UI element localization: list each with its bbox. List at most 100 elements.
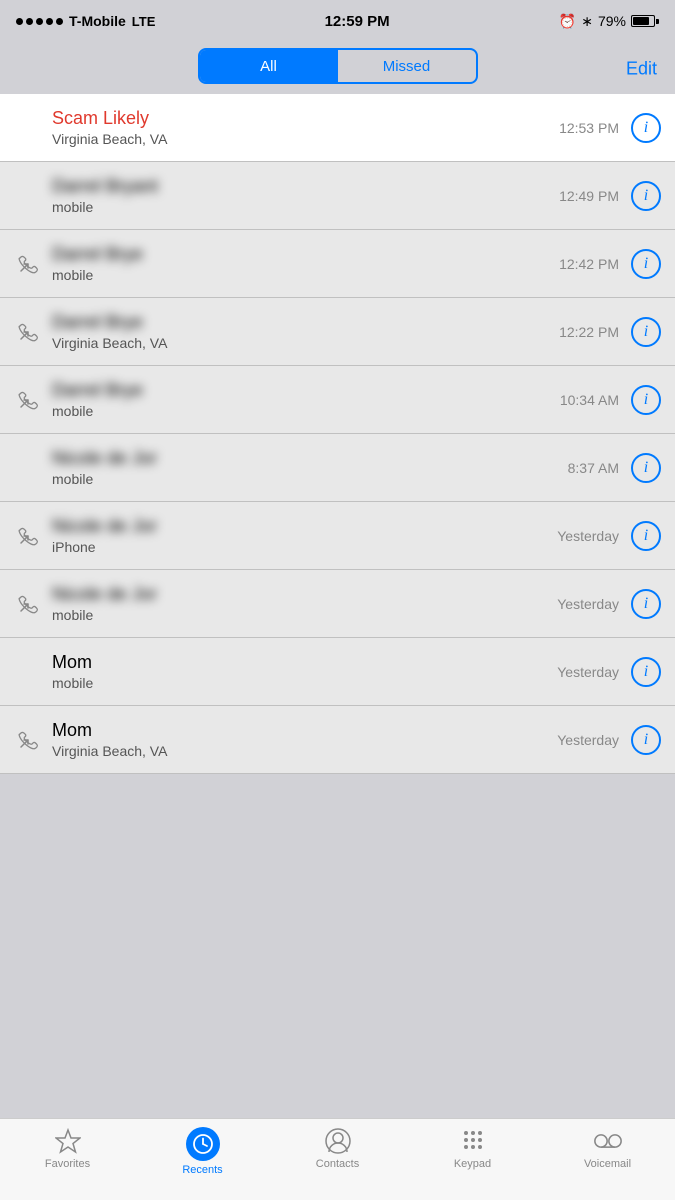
call-time-1: 12:53 PM: [559, 120, 619, 136]
favorites-label: Favorites: [45, 1158, 90, 1170]
tab-recents[interactable]: Recents: [163, 1127, 243, 1176]
call-sub-8: mobile: [52, 607, 557, 623]
call-sub-9: mobile: [52, 675, 557, 691]
call-info-8: Nicole de Jor mobile: [52, 574, 557, 633]
call-type-icon-4: [14, 321, 42, 343]
call-name-10: Mom: [52, 720, 557, 741]
call-row-10[interactable]: Mom Virginia Beach, VAYesterday i: [0, 706, 675, 774]
star-icon: [54, 1127, 82, 1155]
info-button-10[interactable]: i: [631, 725, 661, 755]
recents-label: Recents: [182, 1164, 222, 1176]
call-type-icon-8: [14, 593, 42, 615]
call-list: Scam LikelyVirginia Beach, VA12:53 PMiDa…: [0, 94, 675, 774]
contacts-label: Contacts: [316, 1158, 359, 1170]
call-sub-5: mobile: [52, 403, 560, 419]
call-type-icon-9: [14, 661, 42, 683]
tab-contacts[interactable]: Contacts: [298, 1127, 378, 1170]
info-button-7[interactable]: i: [631, 521, 661, 551]
call-sub-4: Virginia Beach, VA: [52, 335, 559, 351]
tab-favorites[interactable]: Favorites: [28, 1127, 108, 1170]
call-info-10: Mom Virginia Beach, VA: [52, 710, 557, 769]
call-time-5: 10:34 AM: [560, 392, 619, 408]
call-time-8: Yesterday: [557, 596, 619, 612]
alarm-icon: ⏰: [559, 13, 576, 30]
call-type-icon-3: [14, 253, 42, 275]
status-right: ⏰ ∗ 79%: [559, 13, 659, 30]
info-button-2[interactable]: i: [631, 181, 661, 211]
call-type-icon-10: [14, 729, 42, 751]
call-row-9[interactable]: MommobileYesterday i: [0, 638, 675, 706]
edit-button[interactable]: Edit: [626, 55, 657, 80]
call-type-icon-1: [14, 117, 42, 139]
network-label: LTE: [132, 14, 156, 29]
call-info-6: Nicole de Jor mobile: [52, 438, 568, 497]
call-name-1: Scam Likely: [52, 108, 559, 129]
call-type-icon-6: [14, 457, 42, 479]
call-info-9: Mommobile: [52, 642, 557, 701]
call-name-4: Darrel Brye: [52, 312, 559, 333]
tab-keypad[interactable]: Keypad: [433, 1127, 513, 1170]
battery-percent: 79%: [598, 13, 626, 29]
call-row-6[interactable]: Nicole de Jor mobile8:37 AM i: [0, 434, 675, 502]
call-name-2: Darrel Bryant: [52, 176, 559, 197]
clock-icon: [186, 1127, 220, 1161]
all-tab[interactable]: All: [200, 50, 338, 82]
call-info-7: Nicole de Jor iPhone: [52, 506, 557, 565]
call-info-1: Scam Likely Virginia Beach, VA: [52, 98, 559, 157]
battery-icon: [631, 15, 659, 27]
info-button-6[interactable]: i: [631, 453, 661, 483]
voicemail-icon: [594, 1127, 622, 1155]
call-row-4[interactable]: Darrel Brye Virginia Beach, VA12:22 PM i: [0, 298, 675, 366]
call-name-5: Darrel Brye: [52, 380, 560, 401]
tab-voicemail[interactable]: Voicemail: [568, 1127, 648, 1170]
call-name-7: Nicole de Jor: [52, 516, 557, 537]
info-button-9[interactable]: i: [631, 657, 661, 687]
voicemail-label: Voicemail: [584, 1158, 631, 1170]
info-button-3[interactable]: i: [631, 249, 661, 279]
call-row-7[interactable]: Nicole de Jor iPhoneYesterday i: [0, 502, 675, 570]
call-type-icon-7: [14, 525, 42, 547]
call-row-2[interactable]: Darrel Bryant mobile12:49 PM i: [0, 162, 675, 230]
call-time-7: Yesterday: [557, 528, 619, 544]
call-sub-1: Virginia Beach, VA: [52, 131, 559, 147]
signal-dots: [16, 18, 63, 25]
call-row-1[interactable]: Scam Likely Virginia Beach, VA12:53 PM i: [0, 94, 675, 162]
keypad-label: Keypad: [454, 1158, 491, 1170]
call-info-2: Darrel Bryant mobile: [52, 166, 559, 225]
info-button-4[interactable]: i: [631, 317, 661, 347]
call-info-5: Darrel Brye mobile: [52, 370, 560, 429]
tab-bar: Favorites Recents Contacts: [0, 1118, 675, 1200]
call-time-4: 12:22 PM: [559, 324, 619, 340]
carrier-label: T-Mobile: [69, 13, 126, 29]
call-name-6: Nicole de Jor: [52, 448, 568, 469]
call-sub-10: Virginia Beach, VA: [52, 743, 557, 759]
missed-tab[interactable]: Missed: [338, 50, 476, 82]
contacts-icon: [324, 1127, 352, 1155]
call-sub-2: mobile: [52, 199, 559, 215]
status-time: 12:59 PM: [325, 13, 390, 30]
call-sub-6: mobile: [52, 471, 568, 487]
bluetooth-icon: ∗: [581, 13, 593, 30]
call-name-3: Darrel Brye: [52, 244, 559, 265]
status-left: T-Mobile LTE: [16, 13, 155, 29]
call-row-3[interactable]: Darrel Brye mobile12:42 PM i: [0, 230, 675, 298]
call-time-2: 12:49 PM: [559, 188, 619, 204]
call-info-4: Darrel Brye Virginia Beach, VA: [52, 302, 559, 361]
segmented-control[interactable]: All Missed: [198, 48, 478, 84]
call-sub-7: iPhone: [52, 539, 557, 555]
call-type-icon-2: [14, 185, 42, 207]
call-time-9: Yesterday: [557, 664, 619, 680]
call-info-3: Darrel Brye mobile: [52, 234, 559, 293]
info-button-1[interactable]: i: [631, 113, 661, 143]
call-time-3: 12:42 PM: [559, 256, 619, 272]
filter-bar: All Missed Edit: [0, 40, 675, 94]
call-sub-3: mobile: [52, 267, 559, 283]
info-button-8[interactable]: i: [631, 589, 661, 619]
call-row-5[interactable]: Darrel Brye mobile10:34 AM i: [0, 366, 675, 434]
call-name-8: Nicole de Jor: [52, 584, 557, 605]
call-type-icon-5: [14, 389, 42, 411]
call-time-10: Yesterday: [557, 732, 619, 748]
call-time-6: 8:37 AM: [568, 460, 619, 476]
call-row-8[interactable]: Nicole de Jor mobileYesterday i: [0, 570, 675, 638]
info-button-5[interactable]: i: [631, 385, 661, 415]
